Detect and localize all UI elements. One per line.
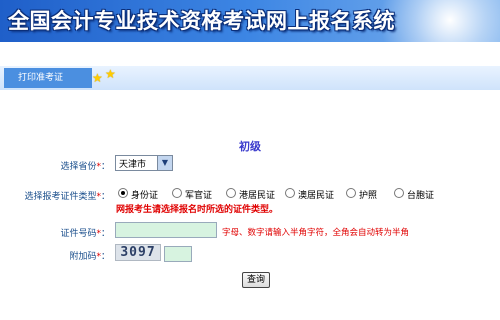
system-title: 全国会计专业技术资格考试网上报名系统	[8, 8, 395, 33]
chevron-down-icon[interactable]: ▼	[157, 156, 172, 170]
province-label: 选择省份*：	[60, 162, 110, 172]
captcha-input[interactable]	[164, 246, 192, 262]
id-number-input[interactable]	[115, 222, 217, 238]
print-admission-tab[interactable]: 打印准考证	[4, 68, 92, 88]
radio-selected-icon[interactable]	[118, 188, 128, 198]
captcha-label: 附加码*：	[69, 252, 110, 262]
star-icon: ★	[92, 71, 103, 85]
exam-level: 初级	[239, 140, 261, 153]
radio-icon[interactable]	[346, 188, 356, 198]
star-icon: ★	[105, 67, 116, 81]
radio-icon[interactable]	[285, 188, 295, 198]
id-type-warning: 网报考生请选择报名时所选的证件类型。	[116, 205, 279, 215]
radio-icon[interactable]	[394, 188, 404, 198]
radio-icon[interactable]	[226, 188, 236, 198]
radio-icon[interactable]	[172, 188, 182, 198]
id-number-label: 证件号码*：	[60, 229, 110, 239]
id-type-label: 选择报考证件类型*：	[24, 192, 110, 202]
header-banner: 全国会计专业技术资格考试网上报名系统	[0, 0, 500, 42]
id-number-hint: 字母、数字请输入半角字符，全角会自动转为半角	[222, 228, 410, 238]
query-button[interactable]: 查询	[242, 272, 270, 288]
province-select[interactable]: 天津市 ▼	[115, 155, 173, 171]
captcha-image[interactable]: 3097	[115, 244, 161, 261]
province-value: 天津市	[119, 160, 147, 170]
